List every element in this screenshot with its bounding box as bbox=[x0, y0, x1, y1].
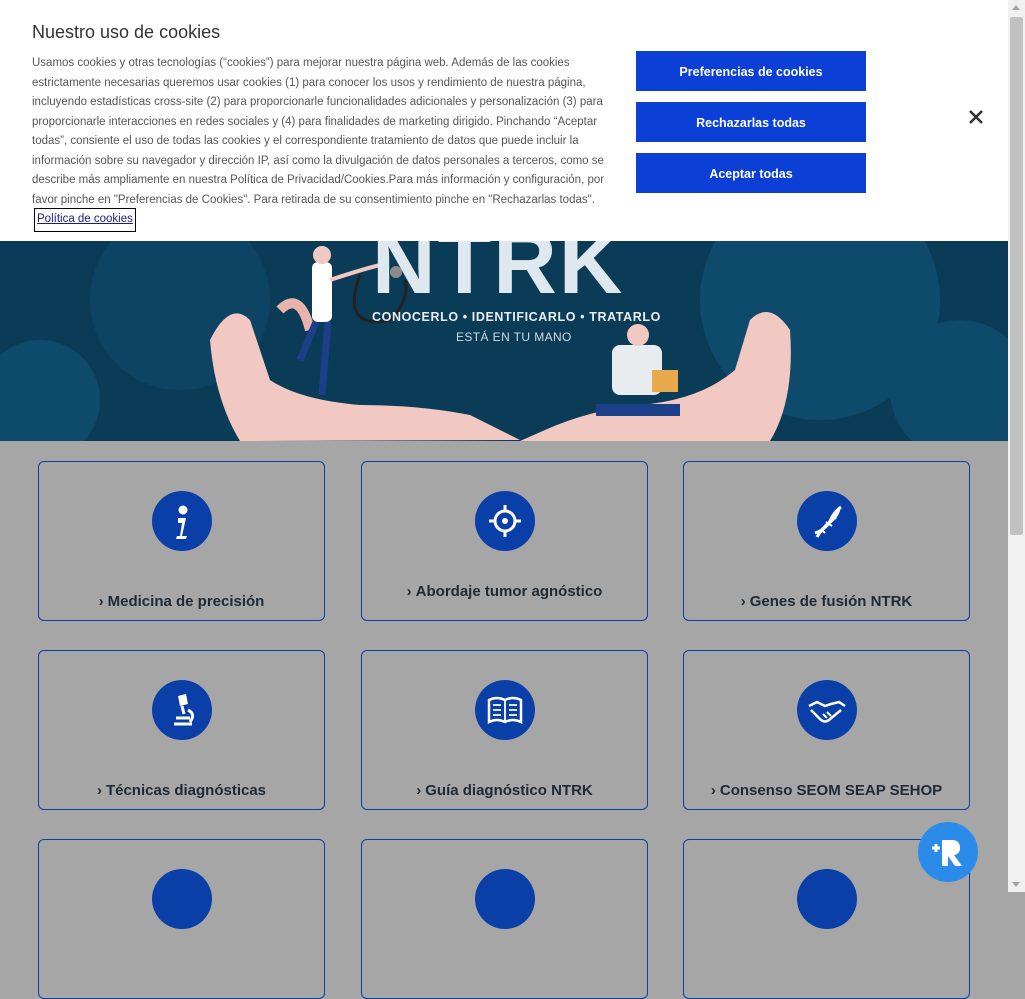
molecule-icon bbox=[151, 869, 212, 929]
page-scrollbar[interactable] bbox=[1008, 0, 1025, 892]
chevron-right-icon: › bbox=[96, 782, 102, 799]
assistant-r-icon bbox=[932, 840, 962, 866]
cookie-banner: Nuestro uso de cookies Usamos cookies y … bbox=[0, 0, 1008, 241]
card-medicina-precision[interactable]: › Medicina de precisión bbox=[38, 461, 325, 621]
cookie-title: Nuestro uso de cookies bbox=[32, 22, 221, 42]
card-abordaje-tumor[interactable]: › Abordaje tumor agnóstico bbox=[361, 461, 648, 621]
card-consenso-seom[interactable]: › Consenso SEOM SEAP SEHOP bbox=[683, 650, 970, 810]
card-label: Abordaje tumor agnóstico bbox=[415, 583, 603, 600]
hero-tagline: ESTÁ EN TU MANO bbox=[456, 330, 572, 344]
scrollbar-thumb[interactable] bbox=[1010, 17, 1023, 535]
card-genes-fusion[interactable]: › Genes de fusión NTRK bbox=[683, 461, 970, 621]
book-icon bbox=[474, 680, 535, 740]
crosshair-icon bbox=[474, 491, 535, 551]
microscope-icon bbox=[151, 680, 212, 740]
info-icon bbox=[151, 491, 212, 551]
cookie-description: Usamos cookies y otras tecnologías (“coo… bbox=[32, 57, 605, 206]
card-label: Técnicas diagnósticas bbox=[105, 782, 267, 799]
handshake-icon bbox=[796, 680, 857, 740]
scroll-down-icon[interactable] bbox=[1012, 882, 1020, 887]
chevron-right-icon: › bbox=[740, 593, 746, 610]
scroll-up-icon[interactable] bbox=[1012, 5, 1020, 10]
chevron-right-icon: › bbox=[406, 583, 412, 600]
card-label: Consenso SEOM SEAP SEHOP bbox=[719, 782, 943, 799]
card-label: Genes de fusión NTRK bbox=[749, 593, 913, 610]
card-row3-2[interactable] bbox=[361, 839, 648, 999]
card-tecnicas-diagnosticas[interactable]: › Técnicas diagnósticas bbox=[38, 650, 325, 810]
hospital-icon bbox=[474, 869, 535, 929]
card-guia-diagnostico[interactable]: › Guía diagnóstico NTRK bbox=[361, 650, 648, 810]
chat-assistant-button[interactable] bbox=[918, 822, 978, 882]
accept-all-button[interactable]: Aceptar todas bbox=[636, 153, 866, 193]
dna-icon bbox=[796, 491, 857, 551]
close-icon[interactable] bbox=[966, 107, 986, 127]
chart-icon bbox=[796, 869, 857, 929]
reject-all-button[interactable]: Rechazarlas todas bbox=[636, 102, 866, 142]
card-label: Guía diagnóstico NTRK bbox=[425, 782, 593, 799]
hero-subtitle: CONOCERLO • IDENTIFICARLO • TRATARLO bbox=[372, 310, 661, 324]
chevron-right-icon: › bbox=[98, 593, 104, 610]
cookie-text: Usamos cookies y otras tecnologías (“coo… bbox=[32, 54, 617, 232]
chevron-right-icon: › bbox=[710, 782, 716, 799]
card-label: Medicina de precisión bbox=[107, 593, 265, 610]
chevron-right-icon: › bbox=[416, 782, 422, 799]
card-row3-1[interactable] bbox=[38, 839, 325, 999]
cookie-policy-link[interactable]: Política de cookies bbox=[34, 208, 136, 232]
cookie-preferences-button[interactable]: Preferencias de cookies bbox=[636, 51, 866, 91]
